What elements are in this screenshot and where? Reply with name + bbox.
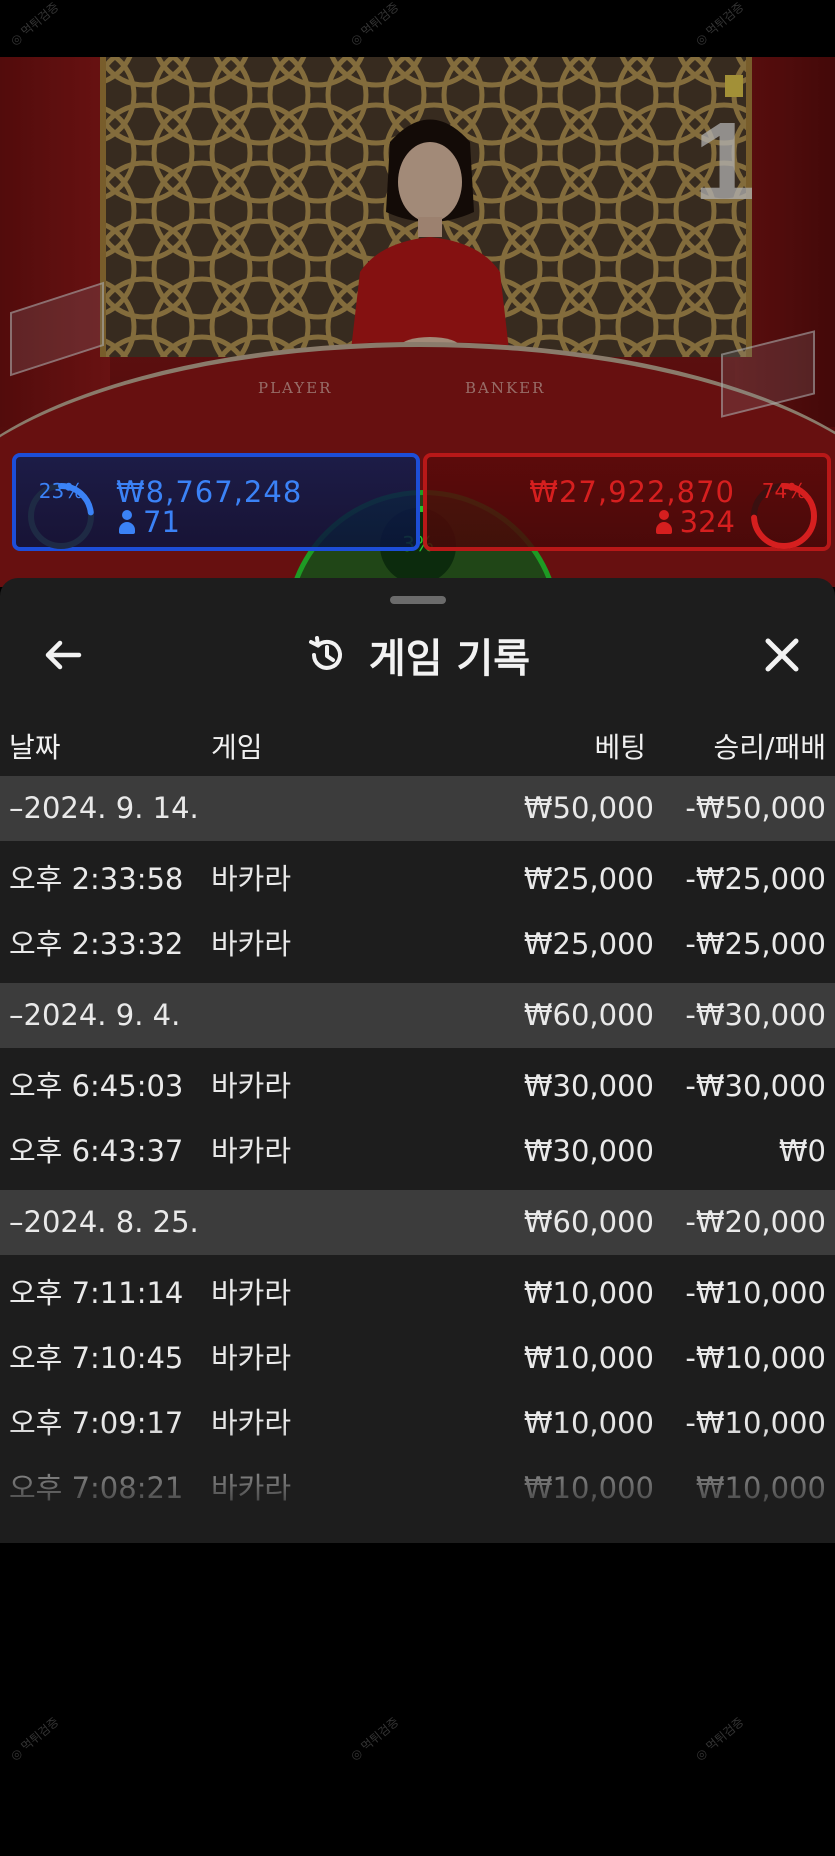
player-percent: 23%: [38, 479, 84, 503]
round-time: 오후 7:10:45: [9, 1341, 184, 1375]
group-date: –2024. 9. 4.: [9, 998, 181, 1032]
history-round-row[interactable]: 오후 7:11:14 바카라 ₩10,000 -₩10,000: [0, 1261, 835, 1326]
round-result: ₩0: [778, 1134, 826, 1168]
player-users-value: 71: [143, 505, 180, 539]
banker-percent: 74%: [761, 479, 807, 503]
round-time: 오후 7:11:14: [9, 1276, 184, 1310]
history-round-row[interactable]: 오후 6:45:03 바카라 ₩30,000 -₩30,000: [0, 1054, 835, 1119]
column-header-result: 승리/패배: [713, 731, 826, 764]
round-game: 바카라: [211, 1276, 292, 1310]
column-header-game: 게임: [211, 731, 263, 764]
round-result: -₩10,000: [685, 1406, 826, 1440]
round-game: 바카라: [211, 1069, 292, 1103]
arrow-left-icon: [45, 640, 82, 670]
person-icon: [655, 510, 672, 534]
close-icon: [765, 638, 799, 672]
banker-users-value: 324: [679, 505, 735, 539]
round-time: 오후 7:09:17: [9, 1406, 184, 1440]
history-date-group-row[interactable]: –2024. 9. 14. ₩50,000 -₩50,000: [0, 776, 835, 841]
round-time: 오후 7:08:21: [9, 1471, 184, 1505]
history-date-group-row[interactable]: –2024. 8. 25. ₩60,000 -₩20,000: [0, 1190, 835, 1255]
round-game: 바카라: [211, 1406, 292, 1440]
round-bet: ₩30,000: [523, 1134, 654, 1168]
person-icon: [119, 510, 135, 534]
round-bet: ₩25,000: [523, 927, 654, 961]
back-button[interactable]: [28, 620, 98, 690]
group-result-total: -₩50,000: [685, 791, 826, 825]
game-history-sheet: 게임 기록 날짜 게임 베팅 승리/패배 –2024. 9. 14. ₩50,00…: [0, 578, 835, 1543]
round-time: 오후 2:33:58: [9, 862, 184, 896]
history-date-group-row[interactable]: –2024. 9. 4. ₩60,000 -₩30,000: [0, 983, 835, 1048]
group-date: –2024. 9. 14.: [9, 791, 199, 825]
history-round-row[interactable]: 오후 7:10:45 바카라 ₩10,000 -₩10,000: [0, 1326, 835, 1391]
round-result: -₩25,000: [685, 927, 826, 961]
group-result-total: -₩30,000: [685, 998, 826, 1032]
sheet-header: 게임 기록: [0, 620, 835, 690]
round-time: 오후 6:43:37: [9, 1134, 184, 1168]
history-round-row[interactable]: 오후 7:09:17 바카라 ₩10,000 -₩10,000: [0, 1391, 835, 1456]
round-game: 바카라: [211, 1471, 292, 1505]
banker-total-amount: ₩27,922,870: [529, 475, 735, 509]
round-result: -₩30,000: [685, 1069, 826, 1103]
round-result: -₩10,000: [685, 1341, 826, 1375]
round-time: 오후 6:45:03: [9, 1069, 184, 1103]
history-round-row[interactable]: 오후 6:43:37 바카라 ₩30,000 ₩0: [0, 1119, 835, 1184]
round-bet: ₩10,000: [523, 1276, 654, 1310]
history-round-row[interactable]: 오후 7:08:21 바카라 ₩10,000 ₩10,000: [0, 1456, 835, 1521]
player-total-amount: ₩8,767,248: [116, 475, 303, 509]
round-result: -₩25,000: [685, 862, 826, 896]
sheet-title: 게임 기록: [368, 636, 531, 682]
round-bet: ₩10,000: [523, 1406, 654, 1440]
column-header-date: 날짜: [9, 731, 61, 764]
history-table: –2024. 9. 14. ₩50,000 -₩50,000 오후 2:33:58 바카…: [0, 776, 835, 1527]
round-result: ₩10,000: [695, 1471, 826, 1505]
round-game: 바카라: [211, 927, 292, 961]
round-time: 오후 2:33:32: [9, 927, 184, 961]
round-bet: ₩25,000: [523, 862, 654, 896]
history-round-row[interactable]: 오후 2:33:32 바카라 ₩25,000 -₩25,000: [0, 912, 835, 977]
player-user-count: 71: [119, 505, 180, 539]
player-bet-area[interactable]: 23% ₩8,767,248 71: [12, 453, 420, 551]
group-bet-total: ₩60,000: [523, 998, 654, 1032]
sheet-drag-handle[interactable]: [390, 596, 446, 604]
round-game: 바카라: [211, 1134, 292, 1168]
history-icon: [308, 636, 342, 670]
close-button[interactable]: [747, 620, 817, 690]
column-header-bet: 베팅: [594, 731, 646, 764]
group-date: –2024. 8. 25.: [9, 1205, 199, 1239]
round-bet: ₩10,000: [523, 1471, 654, 1505]
round-result: -₩10,000: [685, 1276, 826, 1310]
banker-user-count: 324: [655, 505, 735, 539]
banker-bet-area[interactable]: ₩27,922,870 324 74%: [423, 453, 831, 551]
round-game: 바카라: [211, 1341, 292, 1375]
round-game: 바카라: [211, 862, 292, 896]
history-round-row[interactable]: 오후 2:33:58 바카라 ₩25,000 -₩25,000: [0, 847, 835, 912]
group-result-total: -₩20,000: [685, 1205, 826, 1239]
group-bet-total: ₩50,000: [523, 791, 654, 825]
round-bet: ₩10,000: [523, 1341, 654, 1375]
group-bet-total: ₩60,000: [523, 1205, 654, 1239]
round-bet: ₩30,000: [523, 1069, 654, 1103]
